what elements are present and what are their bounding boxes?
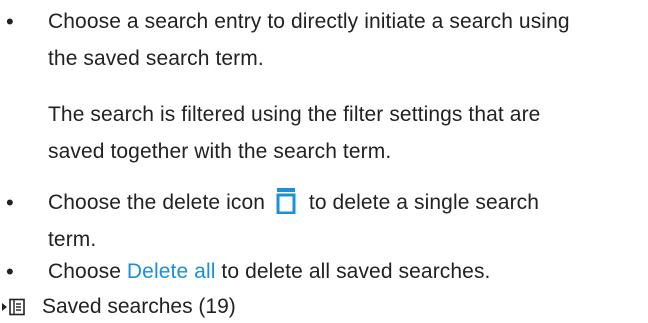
item-subtext-line: The search is filtered using the filter … [48,103,541,126]
bullet: • [6,259,14,284]
item-text-line: term. [48,228,97,251]
delete-all-link[interactable]: Delete all [127,260,216,283]
item-text-line: Choose a search entry to directly initia… [48,10,570,33]
item-text-prefix: Choose [48,260,121,283]
item-text-prefix: Choose the delete icon [48,191,266,214]
saved-searches-label[interactable]: Saved searches (19) [42,292,236,322]
list-item: • Choose a search entry to directly init… [0,4,648,163]
item-subtext-line: saved together with the search term. [48,140,392,163]
bullet: • [6,190,14,215]
bullet: • [6,9,14,34]
item-text-line: the saved search term. [48,47,264,70]
item-text-suffix: to delete all saved searches. [221,260,491,283]
item-text-suffix: to delete a single search [308,191,540,214]
expand-list-icon[interactable] [0,298,36,316]
list-item: • Choose the delete icon to delete a sin… [0,185,648,257]
item-text-line: Choose Delete all to delete all saved se… [48,254,648,290]
document-body: • Choose a search entry to directly init… [0,0,648,323]
item-text-line: Choose the delete icon to delete a singl… [48,185,648,221]
list-item: • Choose Delete all to delete all saved … [0,254,648,290]
saved-searches-row[interactable]: Saved searches (19) [0,292,648,322]
trash-icon[interactable] [275,188,297,214]
